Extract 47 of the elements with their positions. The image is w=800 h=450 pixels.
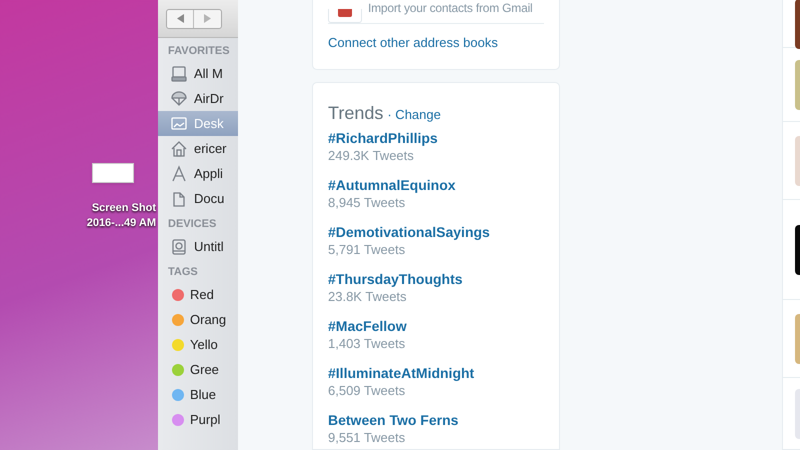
change-link[interactable]: · Change	[387, 104, 441, 124]
trend-link[interactable]: #ThursdayThoughts	[328, 270, 463, 288]
sidebar-item[interactable]: Yello	[158, 332, 238, 357]
sidebar-section-title: TAGS	[167, 265, 199, 280]
trend-link[interactable]: #RichardPhillips	[328, 128, 438, 146]
trend-link[interactable]: #MacFellow	[328, 316, 407, 334]
photo-placeholder	[795, 314, 800, 364]
desktop-icon	[170, 114, 188, 132]
sidebar-item[interactable]: ericer	[158, 136, 238, 161]
trends-title: Trends	[328, 102, 384, 124]
sidebar-item[interactable]: Orang	[158, 307, 238, 332]
screenshot-file-icon[interactable]	[92, 163, 134, 183]
trend-link[interactable]: Between Two Ferns	[328, 410, 458, 428]
parachute-icon	[170, 90, 188, 108]
photo-placeholder	[795, 136, 800, 186]
tweet-count: 249.3K Tweets	[328, 146, 414, 164]
tweet-count: 23.8K Tweets	[328, 288, 407, 306]
sidebar-item[interactable]: Purpl	[158, 407, 238, 432]
file-name-label: 2016-...49 AM	[86, 216, 156, 231]
home-icon	[170, 140, 188, 158]
sidebar-item[interactable]: Appli	[158, 161, 238, 186]
sidebar-item[interactable]: Blue	[158, 382, 238, 407]
sidebar-item[interactable]: Gree	[158, 357, 238, 382]
trend-link[interactable]: #IlluminateAtMidnight	[328, 364, 474, 382]
sidebar-item[interactable]: AirDr	[158, 86, 238, 111]
tweet-count: 1,403 Tweets	[328, 334, 406, 352]
photo-placeholder	[795, 60, 800, 110]
photo-placeholder	[795, 0, 800, 48]
file-name-label: Screen Shot	[92, 201, 156, 216]
sidebar-item[interactable]: Docu	[158, 186, 238, 211]
tweet-count: 6,509 Tweets	[328, 382, 406, 400]
tweet-count: 8,945 Tweets	[328, 194, 406, 212]
trend-link[interactable]: #DemotivationalSayings	[328, 222, 490, 240]
sidebar-item[interactable]: All M	[158, 61, 238, 86]
right-triangle-icon	[204, 14, 211, 23]
sidebar-section-title: DEVICES	[167, 217, 218, 232]
trend-link[interactable]: #AutumnalEquinox	[328, 176, 456, 194]
connect-address-books-link[interactable]: Connect other address books	[328, 24, 544, 62]
applications-icon	[170, 164, 188, 182]
tweet-count: 5,791 Tweets	[328, 240, 406, 258]
left-triangle-icon	[176, 14, 184, 23]
photo-placeholder	[795, 224, 800, 274]
sidebar-item[interactable]: Untitl	[158, 234, 238, 259]
tweet-count: 9,551 Tweets	[328, 428, 406, 446]
sidebar-item[interactable]: Red	[158, 282, 238, 307]
import-contacts-text: Import your contacts from Gmail	[368, 1, 533, 16]
sidebar-section-title: FAVORITES	[167, 44, 231, 59]
